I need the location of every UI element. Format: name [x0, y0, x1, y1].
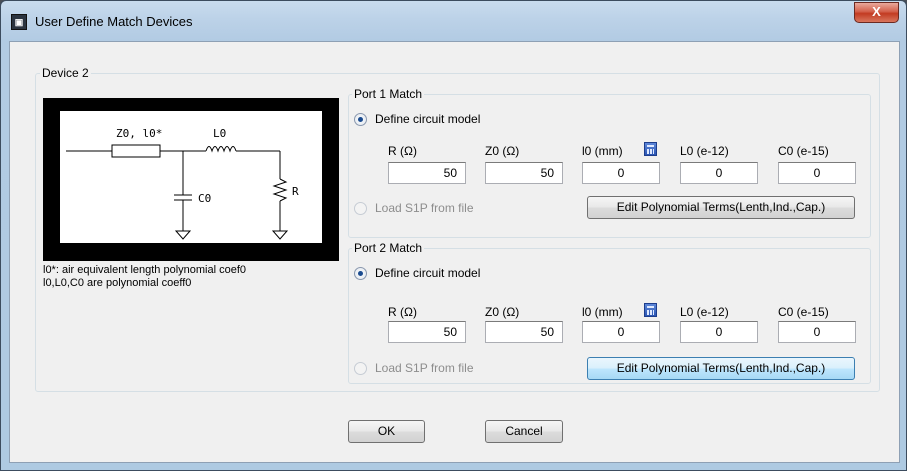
r-label: R [292, 185, 299, 198]
c0-label: C0 [198, 192, 211, 205]
port-2-C0-input[interactable]: 0 [778, 321, 856, 343]
l0-label: L0 [213, 127, 226, 140]
resistor-symbol [272, 178, 288, 202]
port-1-edit-polynomial-button[interactable]: Edit Polynomial Terms(Lenth,Ind.,Cap.) [587, 196, 855, 219]
port-1-L0-input[interactable]: 0 [680, 162, 758, 184]
port-1-col-z0: Z0 (Ω) [485, 144, 520, 158]
port-2-col-L0: L0 (e-12) [680, 305, 729, 319]
port-1-load-label[interactable]: Load S1P from file [375, 201, 474, 215]
close-button[interactable]: X [854, 2, 899, 23]
dialog-client-area: Device 2 Z0, l0* L0 C0 R l0*: air equiva… [9, 41, 900, 463]
port-2-L0-input[interactable]: 0 [680, 321, 758, 343]
note-l0-star: l0*: air equivalent length polynomial co… [43, 264, 247, 276]
port-2-r-input[interactable]: 50 [388, 321, 466, 343]
port-2-col-z0: Z0 (Ω) [485, 305, 520, 319]
port-1-col-l0: l0 (mm) [582, 144, 623, 158]
app-icon: ▣ [11, 14, 27, 30]
port-2-col-r: R (Ω) [388, 305, 417, 319]
port-1-col-C0: C0 (e-15) [778, 144, 829, 158]
ok-button[interactable]: OK [348, 420, 425, 443]
cancel-button[interactable]: Cancel [485, 420, 563, 443]
port-1-define-label[interactable]: Define circuit model [375, 112, 480, 126]
inductor-symbol [205, 146, 237, 153]
port-2-define-radio[interactable] [354, 267, 367, 280]
port-2-label: Port 2 Match [352, 241, 425, 255]
circuit-schematic: Z0, l0* L0 C0 R [66, 127, 299, 240]
port-1-label: Port 1 Match [352, 87, 425, 101]
port-1-C0-input[interactable]: 0 [778, 162, 856, 184]
port-1-calculator-icon[interactable] [644, 142, 657, 156]
port-2-edit-polynomial-button[interactable]: Edit Polynomial Terms(Lenth,Ind.,Cap.) [587, 357, 855, 380]
transmission-line-symbol [111, 144, 161, 158]
port-2-calculator-icon[interactable] [644, 303, 657, 317]
circuit-diagram: Z0, l0* L0 C0 R [43, 98, 339, 261]
port-2-load-radio[interactable] [354, 362, 367, 375]
port-2-define-label[interactable]: Define circuit model [375, 266, 480, 280]
title-bar[interactable]: ▣ User Define Match Devices X [1, 1, 906, 41]
port-1-z0-input[interactable]: 50 [485, 162, 563, 184]
port-2-col-l0: l0 (mm) [582, 305, 623, 319]
port-1-r-input[interactable]: 50 [388, 162, 466, 184]
port-1-col-L0: L0 (e-12) [680, 144, 729, 158]
window-title: User Define Match Devices [35, 14, 193, 29]
port-1-define-radio[interactable] [354, 113, 367, 126]
port-2-col-C0: C0 (e-15) [778, 305, 829, 319]
port-2-z0-input[interactable]: 50 [485, 321, 563, 343]
note-coeffs: l0,L0,C0 are polynomial coeff0 [43, 277, 192, 289]
port-1-load-radio[interactable] [354, 202, 367, 215]
dialog-window: ▣ User Define Match Devices X Device 2 Z… [0, 0, 907, 471]
port-1-l0-input[interactable]: 0 [582, 162, 660, 184]
z0-l0-label: Z0, l0* [116, 127, 162, 140]
device-group-label: Device 2 [40, 66, 91, 80]
port-2-load-label[interactable]: Load S1P from file [375, 361, 474, 375]
port-2-l0-input[interactable]: 0 [582, 321, 660, 343]
port-1-col-r: R (Ω) [388, 144, 417, 158]
